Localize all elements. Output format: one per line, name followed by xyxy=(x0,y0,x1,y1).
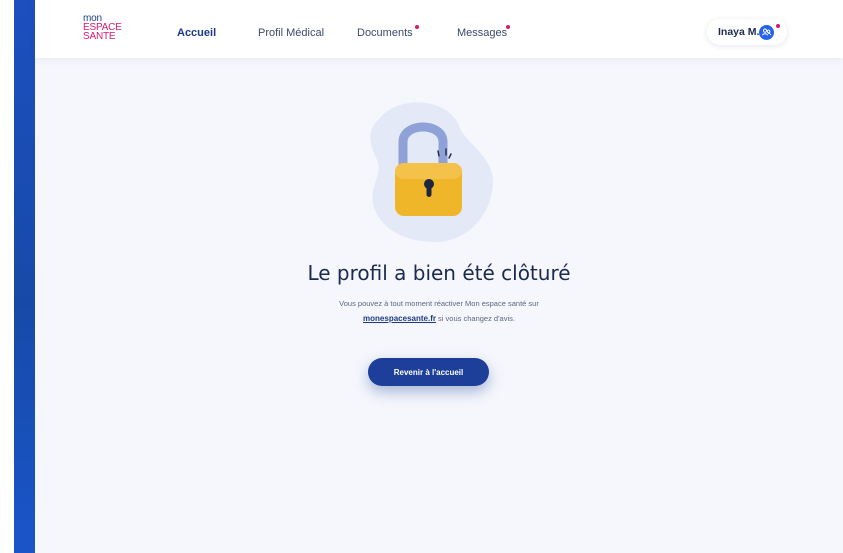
top-navigation-bar: mon ESPACE SANTE Accueil Profil Médical … xyxy=(35,0,843,58)
page-title: Le profil a bien été clôturé xyxy=(307,261,571,285)
documents-notification-dot xyxy=(415,25,419,29)
left-margin xyxy=(0,0,14,553)
nav-item-profil-medical[interactable]: Profil Médical xyxy=(258,27,324,39)
reactivation-message-line1: Vous pouvez à tout moment réactiver Mon … xyxy=(339,299,539,308)
user-notification-dot xyxy=(776,24,780,28)
messages-notification-dot xyxy=(506,25,510,29)
user-menu-button[interactable]: Inaya M. xyxy=(707,19,787,45)
reactivation-message-line2: monespacesante.fr si vous changez d'avis… xyxy=(35,314,843,323)
nav-item-messages[interactable]: Messages xyxy=(457,27,507,39)
logo-text-sante: SANTE xyxy=(83,31,116,42)
nav-item-accueil[interactable]: Accueil xyxy=(177,27,216,39)
padlock-icon xyxy=(355,96,495,249)
mon-espace-sante-logo[interactable]: mon ESPACE SANTE xyxy=(83,14,122,44)
app-window: mon ESPACE SANTE Accueil Profil Médical … xyxy=(35,0,843,553)
user-name: Inaya M. xyxy=(718,26,760,38)
monespacesante-link[interactable]: monespacesante.fr xyxy=(363,314,436,323)
user-switch-icon xyxy=(759,25,774,40)
back-to-home-button[interactable]: Revenir à l'accueil xyxy=(368,358,489,386)
left-accent-bar xyxy=(14,0,35,553)
reactivation-message-suffix: si vous changez d'avis. xyxy=(435,314,515,323)
nav-item-documents[interactable]: Documents xyxy=(357,27,413,39)
